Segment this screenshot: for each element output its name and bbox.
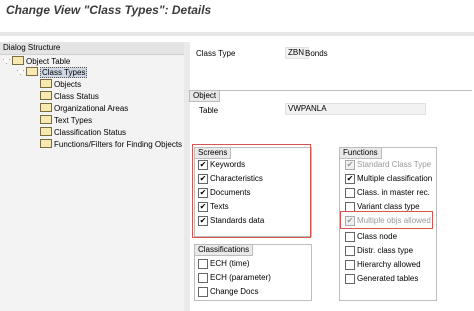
standard-class-type-label: Standard Class Type [357,160,432,169]
folder-icon [40,103,52,112]
class-type-description: Bonds [305,49,328,58]
ech-time-checkbox[interactable] [198,259,208,269]
class-node-checkbox[interactable] [345,232,355,242]
folder-icon [40,79,52,88]
keywords-checkbox[interactable]: ✔ [198,160,208,170]
texts-label: Texts [210,202,229,211]
texts-checkbox[interactable]: ✔ [198,202,208,212]
class-node-label: Class node [357,232,398,241]
class-in-master-rec-checkbox[interactable] [345,188,355,198]
hierarchy-allowed-label: Hierarchy allowed [357,260,421,269]
folder-icon [40,91,52,100]
ech-parameter-checkbox[interactable] [198,273,208,283]
tree-node-organizational-areas[interactable]: Organizational Areas [40,103,128,114]
standard-class-type-checkbox: ✔ [345,160,355,170]
multiple-objs-allowed-label: Multiple objs allowed [357,216,431,225]
change-docs-checkbox[interactable] [198,287,208,297]
tree-node-class-types[interactable]: Class Types [17,67,88,78]
class-in-master-rec-label: Class. in master rec. [357,188,430,197]
panel-splitter[interactable] [184,42,190,311]
tree-node-functions-filters[interactable]: Functions/Filters for Finding Objects [40,139,182,150]
characteristics-checkbox[interactable]: ✔ [198,174,208,184]
multiple-classification-checkbox[interactable]: ✔ [345,174,355,184]
functions-group-title: Functions [339,147,382,159]
standards-data-checkbox[interactable]: ✔ [198,216,208,226]
distr-class-type-label: Distr. class type [357,246,414,255]
dialog-structure-panel: Dialog Structure Object Table Class Type… [0,42,185,311]
ech-parameter-label: ECH (parameter) [210,273,271,282]
standards-data-label: Standards data [210,216,265,225]
toolbar-strip [0,32,474,36]
dialog-structure-header: Dialog Structure [0,42,184,55]
ech-time-label: ECH (time) [210,259,250,268]
documents-checkbox[interactable]: ✔ [198,188,208,198]
tree-node-objects[interactable]: Objects [40,79,81,90]
tree-node-label-selected: Class Types [40,67,88,78]
folder-icon [40,115,52,124]
page-title: Change View "Class Types": Details [6,3,212,17]
table-field[interactable]: VWPANLA [285,103,426,115]
folder-icon [26,67,38,76]
multiple-objs-allowed-checkbox: ✔ [345,216,355,226]
change-docs-label: Change Docs [210,287,259,296]
tree-node-text-types[interactable]: Text Types [40,115,92,126]
keywords-label: Keywords [210,160,246,169]
tree-node-class-status[interactable]: Class Status [40,91,99,102]
tree-node-classification-status[interactable]: Classification Status [40,127,126,138]
generated-tables-label: Generated tables [357,274,419,283]
folder-icon [12,56,24,65]
folder-icon [40,139,52,148]
variant-class-type-label: Variant class type [357,202,420,211]
dialog-structure-title: Dialog Structure [3,43,61,52]
tree-node-object-table[interactable]: Object Table [3,56,70,67]
object-group-title: Object [189,90,221,102]
characteristics-label: Characteristics [210,174,263,183]
folder-icon [40,127,52,136]
table-label: Table [199,106,219,115]
hierarchy-allowed-checkbox[interactable] [345,260,355,270]
expand-arrow-icon[interactable] [3,59,10,64]
classifications-group-title: Classifications [194,244,254,256]
multiple-classification-label: Multiple classification [357,174,433,183]
class-type-label: Class Type [196,49,236,58]
distr-class-type-checkbox[interactable] [345,246,355,256]
documents-label: Documents [210,188,251,197]
expand-arrow-icon[interactable] [17,70,24,75]
generated-tables-checkbox[interactable] [345,274,355,284]
